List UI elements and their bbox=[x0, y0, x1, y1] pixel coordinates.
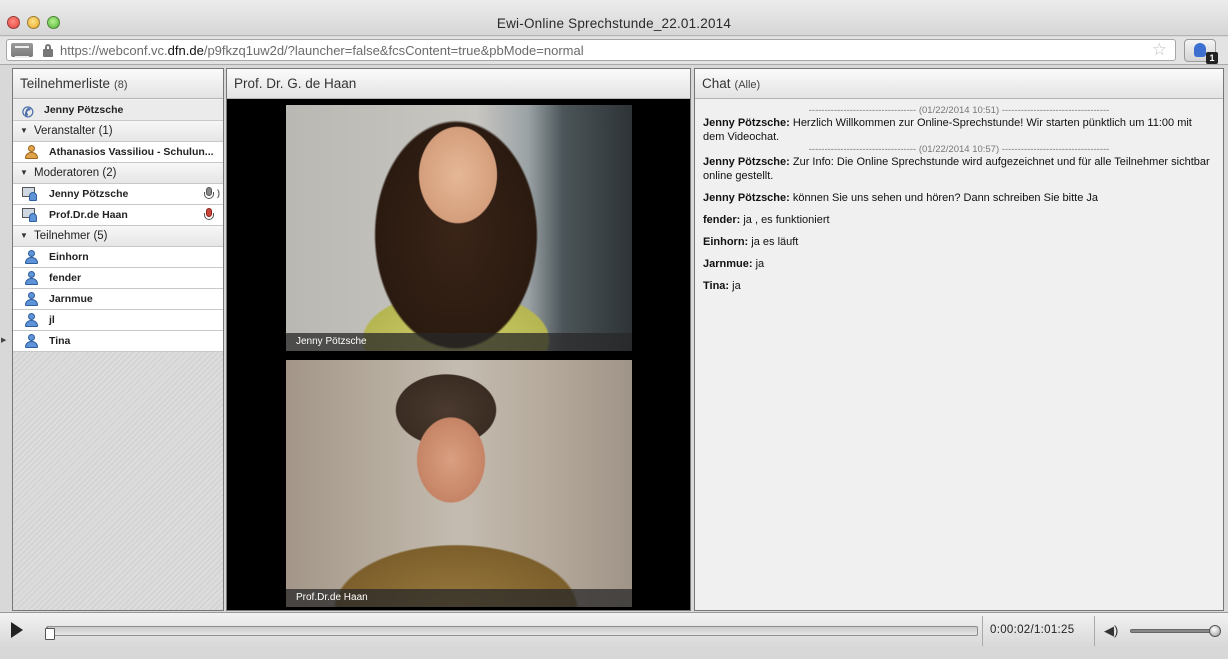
group-header-moderatoren[interactable]: ▼ Moderatoren (2) bbox=[13, 163, 223, 184]
chat-author: Tina: bbox=[703, 280, 730, 292]
volume-slider[interactable] bbox=[1130, 625, 1221, 637]
chat-text: können Sie uns sehen und hören? Dann sch… bbox=[789, 192, 1099, 204]
video-pane: Prof. Dr. G. de Haan Jenny Pötzsche Prof… bbox=[226, 68, 691, 611]
url-field[interactable]: https://webconf.vc.dfn.de/p9fkzq1uw2d/?l… bbox=[6, 39, 1176, 61]
chat-author: Einhorn: bbox=[703, 236, 749, 248]
extension-badge: 1 bbox=[1206, 52, 1218, 64]
chat-message: fender: ja , es funktioniert bbox=[703, 213, 1215, 227]
participant-row[interactable]: fender bbox=[13, 268, 223, 289]
participant-name: Prof.Dr.de Haan bbox=[49, 209, 128, 221]
divider bbox=[982, 616, 983, 646]
chat-message: Einhorn: ja es läuft bbox=[703, 235, 1215, 249]
participant-row[interactable]: Athanasios Vassiliou - Schulun... bbox=[13, 142, 223, 163]
window-title: Ewi-Online Sprechstunde_22.01.2014 bbox=[496, 16, 732, 31]
video-feed-label: Prof.Dr.de Haan bbox=[286, 589, 632, 607]
seek-handle[interactable] bbox=[45, 625, 56, 641]
self-name: Jenny Pötzsche bbox=[44, 104, 124, 116]
host-user-icon bbox=[24, 145, 38, 159]
participant-name: Athanasios Vassiliou - Schulun... bbox=[49, 146, 214, 158]
address-bar: https://webconf.vc.dfn.de/p9fkzq1uw2d/?l… bbox=[0, 37, 1228, 65]
chat-scope[interactable]: (Alle) bbox=[735, 79, 761, 91]
participant-row[interactable]: Jenny Pötzsche ) bbox=[13, 184, 223, 205]
chat-message: Jenny Pötzsche: Herzlich Willkommen zur … bbox=[703, 116, 1215, 144]
participants-pane: Teilnehmerliste (8) ✆ Jenny Pötzsche ▼ Ve… bbox=[12, 68, 224, 611]
group-header-veranstalter[interactable]: ▼ Veranstalter (1) bbox=[13, 121, 223, 142]
chat-message: Jenny Pötzsche: Zur Info: Die Online Spr… bbox=[703, 155, 1215, 183]
presenter-icon bbox=[22, 187, 38, 201]
chat-author: Jarnmue: bbox=[703, 258, 753, 270]
chat-text: ja , es funktioniert bbox=[740, 214, 830, 226]
chat-header: Chat (Alle) bbox=[695, 69, 1223, 99]
user-icon bbox=[24, 334, 38, 348]
phone-icon[interactable]: ✆ bbox=[22, 102, 34, 120]
volume-handle[interactable] bbox=[1209, 625, 1221, 637]
playback-bar: 0:00:02/1:01:25 ◀) bbox=[0, 612, 1228, 648]
playback-time: 0:00:02/1:01:25 bbox=[990, 624, 1075, 636]
user-icon bbox=[24, 250, 38, 264]
user-icon bbox=[24, 271, 38, 285]
participant-name: Jenny Pötzsche bbox=[49, 188, 129, 200]
disclosure-triangle-icon[interactable]: ▼ bbox=[20, 226, 28, 246]
participant-name: jl bbox=[49, 314, 55, 326]
participant-name: fender bbox=[49, 272, 82, 284]
chat-title: Chat bbox=[702, 76, 731, 91]
chat-text: ja es läuft bbox=[748, 236, 799, 248]
user-icon bbox=[24, 313, 38, 327]
seek-bar[interactable] bbox=[45, 626, 978, 640]
chat-author: Jenny Pötzsche: bbox=[703, 117, 790, 129]
window-title-bar: Ewi-Online Sprechstunde_22.01.2014 bbox=[0, 0, 1228, 36]
participant-row[interactable]: Einhorn bbox=[13, 247, 223, 268]
volume-icon[interactable]: ◀) bbox=[1104, 623, 1118, 639]
participant-name: Tina bbox=[49, 335, 71, 347]
participant-row[interactable]: Tina bbox=[13, 331, 223, 352]
disclosure-triangle-icon[interactable]: ▼ bbox=[20, 163, 28, 183]
participant-row[interactable]: Prof.Dr.de Haan bbox=[13, 205, 223, 226]
participants-header: Teilnehmerliste (8) bbox=[13, 69, 223, 99]
chat-text: ja bbox=[729, 280, 741, 292]
participant-name: Einhorn bbox=[49, 251, 89, 263]
chat-timestamp-separator: ---------------------------------- (01/2… bbox=[808, 105, 1110, 116]
video-feed-dehaan[interactable]: Prof.Dr.de Haan bbox=[286, 360, 632, 607]
play-icon[interactable] bbox=[11, 622, 23, 638]
disclosure-triangle-icon[interactable]: ▼ bbox=[20, 121, 28, 141]
user-icon bbox=[24, 292, 38, 306]
chat-message: Jenny Pötzsche: können Sie uns sehen und… bbox=[703, 191, 1215, 205]
participant-row[interactable]: Jarnmue bbox=[13, 289, 223, 310]
participant-row[interactable]: jl bbox=[13, 310, 223, 331]
chat-author: Jenny Pötzsche: bbox=[703, 192, 790, 204]
chat-author: fender: bbox=[703, 214, 741, 226]
video-feed-jenny[interactable]: Jenny Pötzsche bbox=[286, 105, 632, 351]
extension-button[interactable]: 1 bbox=[1184, 39, 1218, 64]
chat-message: Tina: ja bbox=[703, 279, 1215, 293]
lock-icon bbox=[43, 44, 53, 57]
reader-icon[interactable] bbox=[11, 43, 33, 58]
url-text[interactable]: https://webconf.vc.dfn.de/p9fkzq1uw2d/?l… bbox=[60, 43, 584, 58]
chat-message: Jarnmue: ja bbox=[703, 257, 1215, 271]
speaking-mic-icon: ) bbox=[203, 187, 220, 201]
chat-text: ja bbox=[752, 258, 765, 270]
video-feed-label: Jenny Pötzsche bbox=[286, 333, 632, 351]
group-header-teilnehmer[interactable]: ▼ Teilnehmer (5) bbox=[13, 226, 223, 247]
divider bbox=[1094, 616, 1095, 646]
self-row[interactable]: ✆ Jenny Pötzsche bbox=[13, 100, 223, 121]
participants-title: Teilnehmerliste bbox=[20, 76, 111, 91]
chat-author: Jenny Pötzsche: bbox=[703, 156, 790, 168]
chat-messages: ---------------------------------- (01/2… bbox=[695, 99, 1223, 307]
participants-count: (8) bbox=[114, 79, 128, 91]
participant-name: Jarnmue bbox=[49, 293, 93, 305]
muted-mic-icon bbox=[203, 208, 215, 222]
collapse-arrow-icon[interactable]: ▶ bbox=[1, 336, 6, 344]
chat-pane: Chat (Alle) -----------------------------… bbox=[694, 68, 1224, 611]
bookmark-star-icon[interactable]: ☆ bbox=[1152, 40, 1167, 60]
presenter-icon bbox=[22, 208, 38, 222]
video-header: Prof. Dr. G. de Haan bbox=[227, 69, 690, 99]
participant-list: ✆ Jenny Pötzsche ▼ Veranstalter (1) Atha… bbox=[13, 100, 223, 610]
person-icon bbox=[1194, 43, 1206, 57]
chat-timestamp-separator: ---------------------------------- (01/2… bbox=[808, 144, 1110, 155]
